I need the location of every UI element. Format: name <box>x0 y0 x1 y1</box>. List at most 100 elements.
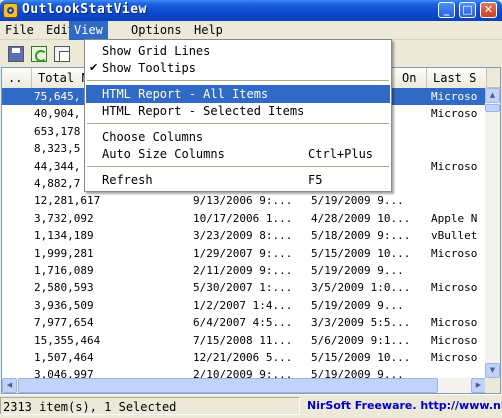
table-row[interactable]: 1,507,464 12/21/2006 5... 5/15/2009 10... M… <box>2 349 486 366</box>
table-cell: 5/19/2009 9... <box>311 264 404 277</box>
table-cell: 12,281,617 <box>34 194 101 208</box>
menu-view[interactable]: View <box>69 21 108 40</box>
table-cell: 2/11/2009 9:... <box>193 264 293 277</box>
table-cell: 3,936,509 <box>34 298 94 312</box>
menu-help[interactable]: Help <box>189 21 228 40</box>
table-cell: 7,977,654 <box>34 316 94 330</box>
table-cell: 12/21/2006 5... <box>193 351 293 364</box>
menu-file[interactable]: File <box>0 21 39 40</box>
table-cell: 1,716,089 <box>34 264 94 277</box>
menu-item-label: HTML Report - All Items <box>102 87 269 101</box>
menu-item-shortcut: Ctrl+Plus <box>308 147 374 161</box>
table-cell: 4/28/2009 10... <box>311 211 411 225</box>
table-cell: 5/19/2009 9... <box>311 194 404 208</box>
table-cell: 5/18/2009 9:... <box>311 229 411 243</box>
table-cell: vBullet <box>431 229 478 243</box>
horizontal-scrollbar[interactable]: ◀ ▶ <box>2 378 486 393</box>
status-bar: 2313 item(s), 1 Selected NirSoft Freewar… <box>0 394 502 416</box>
menu-item-label: Refresh <box>102 173 153 187</box>
table-row[interactable]: 15,355,464 7/15/2008 11... 5/6/2009 9:1...… <box>2 332 486 349</box>
column-header-last[interactable]: Last S <box>427 68 487 88</box>
menu-separator <box>87 123 389 124</box>
table-row[interactable]: 12,281,617 9/13/2006 9:... 5/19/2009 9... <box>2 192 486 209</box>
table-cell: 9/13/2006 9:... <box>193 194 293 208</box>
table-cell: 1,999,281 <box>34 246 94 260</box>
table-row[interactable]: 2,580,593 5/30/2007 1:... 3/5/2009 1:0... M… <box>2 279 486 296</box>
refresh-button[interactable] <box>29 44 49 64</box>
table-cell: 6/4/2007 4:5... <box>193 316 293 330</box>
menu-item-label: HTML Report - Selected Items <box>102 104 305 118</box>
refresh-icon <box>31 46 47 62</box>
table-cell: 5/15/2009 10... <box>311 351 411 364</box>
table-cell: Microso <box>431 107 478 121</box>
menu-options[interactable]: Options <box>126 21 187 40</box>
status-credit: NirSoft Freeware. http://www.nirs <box>303 397 502 415</box>
scroll-down-icon[interactable]: ▼ <box>485 363 500 378</box>
copy-button[interactable] <box>52 44 72 64</box>
scroll-corner <box>485 378 500 393</box>
table-row[interactable]: 1,716,089 2/11/2009 9:... 5/19/2009 9... <box>2 262 486 279</box>
table-cell: 3/23/2009 8:... <box>193 229 293 243</box>
table-cell: 5/30/2007 1:... <box>193 281 293 295</box>
scroll-left-icon[interactable]: ◀ <box>2 378 17 393</box>
menu-item-label: Auto Size Columns <box>102 147 225 161</box>
table-row[interactable]: 3,936,509 1/2/2007 1:4... 5/19/2009 9... <box>2 297 486 314</box>
menu-item-auto-size-columns[interactable]: Auto Size Columns Ctrl+Plus <box>86 145 390 163</box>
close-button[interactable]: ✕ <box>480 2 497 18</box>
title-bar[interactable]: OutlookStatView _ □ ✕ <box>0 0 502 21</box>
table-cell: 5/19/2009 9... <box>311 298 404 312</box>
menu-item-show-tooltips[interactable]: ✔ Show Tooltips <box>86 59 390 77</box>
url-link[interactable]: http://www.nirs <box>420 399 502 412</box>
menu-item-html-report-all[interactable]: HTML Report - All Items <box>86 85 390 103</box>
menu-item-shortcut: F5 <box>308 173 323 187</box>
save-icon <box>8 46 24 62</box>
table-row[interactable]: 7,977,654 6/4/2007 4:5... 3/3/2009 5:5... M… <box>2 314 486 331</box>
scroll-up-icon[interactable]: ▲ <box>485 88 500 103</box>
save-button[interactable] <box>6 44 26 64</box>
menu-item-label: Choose Columns <box>102 130 204 144</box>
column-header-index[interactable]: .. <box>2 68 32 88</box>
table-cell: 1,134,189 <box>34 229 94 243</box>
table-cell: 1/29/2007 9:... <box>193 246 293 260</box>
copy-icon <box>54 46 70 62</box>
status-item-count: 2313 item(s), 1 Selected <box>0 397 300 415</box>
table-cell: 1/2/2007 1:4... <box>193 298 293 312</box>
menu-separator <box>87 166 389 167</box>
table-cell: Microso <box>431 351 478 364</box>
scroll-right-icon[interactable]: ▶ <box>471 378 486 393</box>
table-row[interactable]: 1,999,281 1/29/2007 9:... 5/15/2009 10... M… <box>2 245 486 262</box>
table-row[interactable]: 3,732,092 10/17/2006 1... 4/28/2009 10... A… <box>2 210 486 227</box>
table-cell: Microso <box>431 246 478 260</box>
table-cell: Microso <box>431 90 478 103</box>
window-title: OutlookStatView <box>22 2 147 17</box>
minimize-button[interactable]: _ <box>438 2 455 18</box>
vertical-scrollbar[interactable]: ▲ ▼ <box>485 88 500 378</box>
table-row[interactable]: 1,134,189 3/23/2009 8:... 5/18/2009 9:... v… <box>2 227 486 244</box>
app-icon <box>3 3 18 18</box>
table-cell: 2,580,593 <box>34 281 94 295</box>
checkmark-icon: ✔ <box>89 61 99 74</box>
table-cell: Microso <box>431 333 478 347</box>
table-cell: 3,732,092 <box>34 211 94 225</box>
table-cell: 15,355,464 <box>34 333 101 347</box>
table-cell: 7/15/2008 11... <box>193 333 293 347</box>
menu-item-html-report-selected[interactable]: HTML Report - Selected Items <box>86 102 390 120</box>
menu-item-show-grid-lines[interactable]: Show Grid Lines <box>86 42 390 60</box>
table-cell: 10/17/2006 1... <box>193 211 293 225</box>
menu-item-refresh[interactable]: Refresh F5 <box>86 171 390 189</box>
table-cell: 3/3/2009 5:5... <box>311 316 411 330</box>
brand-link[interactable]: NirSoft Freeware. <box>307 399 417 412</box>
table-cell: 5/15/2009 10... <box>311 246 411 260</box>
menu-item-choose-columns[interactable]: Choose Columns <box>86 128 390 146</box>
maximize-button[interactable]: □ <box>459 2 476 18</box>
menu-item-label: Show Tooltips <box>102 61 196 75</box>
view-menu-dropdown: Show Grid Lines ✔ Show Tooltips HTML Rep… <box>84 39 392 192</box>
table-cell: Microso <box>431 316 478 330</box>
scroll-thumb[interactable] <box>485 104 500 112</box>
menu-separator <box>87 80 389 81</box>
table-cell: Microso <box>431 159 478 173</box>
table-cell: Apple N <box>431 211 478 225</box>
table-cell: 5/6/2009 9:1... <box>311 333 411 347</box>
horizontal-scroll-thumb[interactable] <box>18 378 438 393</box>
table-cell: Microso <box>431 281 478 295</box>
